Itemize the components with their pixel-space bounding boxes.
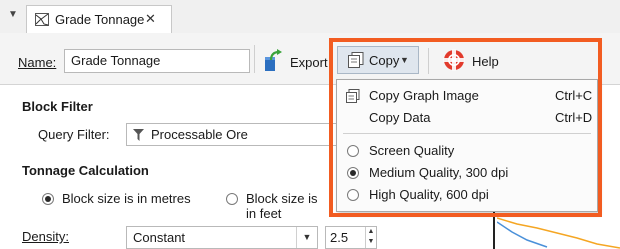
density-label: Density: [22, 229, 69, 244]
toolbar-separator [254, 45, 255, 73]
query-filter-select[interactable]: Processable Ore [126, 123, 346, 146]
export-icon[interactable] [262, 49, 284, 73]
funnel-icon [133, 129, 144, 141]
tab-grade-tonnage[interactable]: Grade Tonnage ✕ [26, 5, 172, 33]
graph-icon [35, 13, 49, 26]
tab-strip: ▼ Grade Tonnage ✕ [0, 0, 620, 34]
query-filter-label: Query Filter: [38, 127, 110, 142]
tab-close-icon[interactable]: ✕ [145, 11, 156, 27]
highlight-frame [329, 38, 602, 217]
tonnage-calculation-heading: Tonnage Calculation [22, 163, 149, 178]
chart-plot-area [497, 217, 620, 249]
block-filter-heading: Block Filter [22, 99, 93, 114]
spinner-arrows-icon[interactable]: ▲ ▼ [365, 227, 376, 248]
chevron-down-icon[interactable]: ▼ [296, 227, 317, 248]
radio-metres[interactable] [42, 193, 54, 205]
radio-feet[interactable] [226, 193, 238, 205]
density-mode-value: Constant [133, 230, 186, 245]
density-value: 2.5 [330, 230, 349, 245]
density-value-spinner[interactable]: 2.5 ▲ ▼ [325, 226, 377, 249]
settings-panel: Block Filter Query Filter: Processable O… [0, 85, 377, 249]
export-button[interactable]: Export [290, 55, 328, 70]
name-label: Name: [18, 55, 57, 70]
query-filter-value: Processable Ore [151, 127, 248, 142]
radio-feet-label[interactable]: Block size is in feet [246, 191, 330, 221]
tab-title: Grade Tonnage [55, 12, 145, 27]
name-input[interactable]: Grade Tonnage [64, 49, 250, 73]
density-mode-select[interactable]: Constant ▼ [126, 226, 318, 249]
tab-list-dropdown[interactable]: ▼ [8, 9, 18, 20]
radio-metres-label[interactable]: Block size is in metres [62, 191, 191, 206]
